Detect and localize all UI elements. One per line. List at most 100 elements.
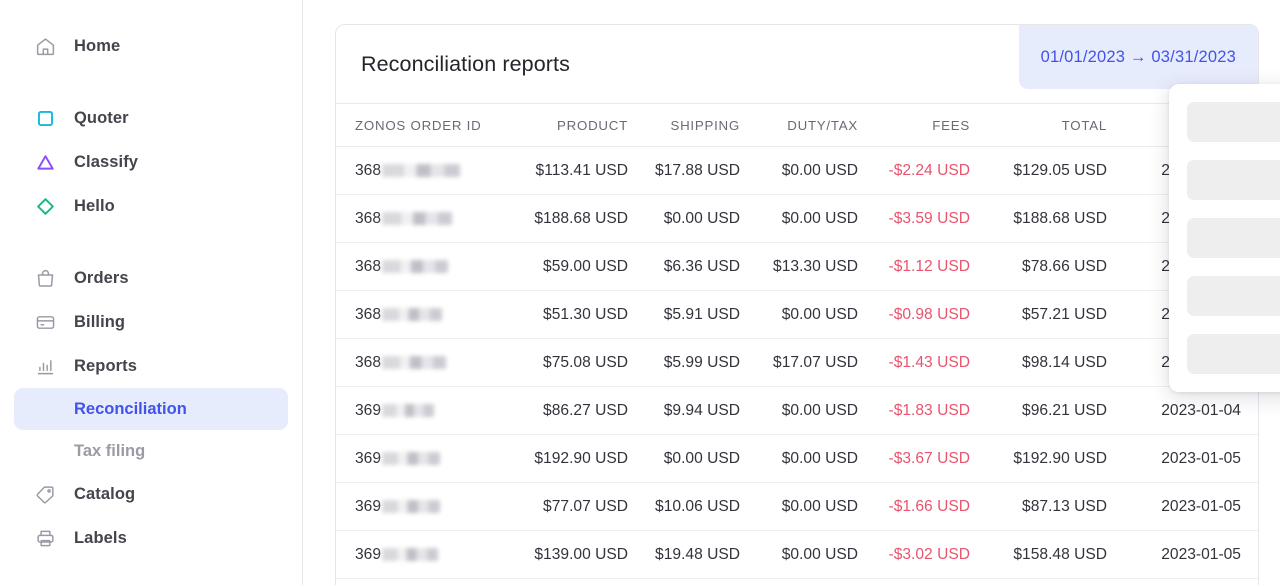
cell-shipping: $0.00 USD [628,194,740,243]
redacted-order-id [382,356,447,369]
cell-order-id: 368 [336,146,506,195]
table-row[interactable]: 368 $59.00 USD $6.36 USD $13.30 USD -$1.12 U… [336,242,1258,291]
sidebar-item-catalog[interactable]: Catalog [14,472,288,516]
sidebar-item-label: Quoter [74,108,129,127]
cell-order-id: 369 [336,530,506,579]
cell-product: $113.41 USD [506,146,628,195]
sidebar-subitem-label: Tax filing [74,441,146,460]
cell-shipping: $10.06 USD [628,482,740,531]
cell-duty-tax: $0.00 USD [740,290,858,339]
table-row[interactable]: 369 $77.07 USD $10.06 USD $0.00 USD -$1.66 U… [336,482,1258,531]
sidebar-item-reports[interactable]: Reports [14,344,288,388]
sidebar-item-quoter[interactable]: Quoter [14,96,288,140]
table-row[interactable]: 368 $188.68 USD $0.00 USD $0.00 USD -$3.59 U… [336,194,1258,243]
cell-duty-tax: $0.00 USD [740,530,858,579]
cell-fees: -$3.67 USD [858,434,970,483]
cell-shipping: $17.88 USD [628,146,740,195]
column-header-fees[interactable]: FEES [858,104,970,147]
dropdown-option-last-quarter[interactable]: Last quarter [1187,160,1280,200]
date-range-button[interactable]: 01/01/2023 → 03/31/2023 [1018,25,1258,89]
cell-total: $129.05 USD [970,146,1107,195]
redacted-order-id [382,548,439,561]
cell-shipping: $19.48 USD [628,530,740,579]
sidebar-item-reconciliation[interactable]: Reconciliation [14,388,288,430]
home-icon [34,35,56,57]
table-body: 368 $113.41 USD $17.88 USD $0.00 USD -$2.24 … [336,146,1258,579]
redacted-order-id [382,308,443,321]
cell-duty-tax: $0.00 USD [740,194,858,243]
table-header: ZONOS ORDER ID PRODUCT SHIPPING DUTY/TAX… [336,104,1258,147]
sidebar-item-billing[interactable]: Billing [14,300,288,344]
cell-total: $87.13 USD [970,482,1107,531]
cell-fees: -$1.83 USD [858,386,970,435]
sidebar-item-labels[interactable]: Labels [14,516,288,560]
order-id-prefix: 368 [355,161,382,179]
cell-fees: -$2.24 USD [858,146,970,195]
table-row[interactable]: 368 $51.30 USD $5.91 USD $0.00 USD -$0.98 US… [336,290,1258,339]
cell-order-id: 369 [336,386,506,435]
redacted-order-id [382,164,461,177]
sidebar-item-home[interactable]: Home [14,24,288,68]
table-row[interactable]: 369 $86.27 USD $9.94 USD $0.00 USD -$1.83 US… [336,386,1258,435]
table-row[interactable]: 368 $75.08 USD $5.99 USD $17.07 USD -$1.43 U… [336,338,1258,387]
cell-product: $75.08 USD [506,338,628,387]
sidebar-item-classify[interactable]: Classify [14,140,288,184]
dropdown-option-last-year[interactable]: Last year [1187,276,1280,316]
page-title: Reconciliation reports [361,51,570,76]
dropdown-option-year-to-date[interactable]: Year to date [1187,218,1280,258]
sidebar-subitem-label: Reconciliation [74,399,187,418]
redacted-order-id [382,212,453,225]
main-content: Reconciliation reports 01/01/2023 → 03/3… [303,0,1280,585]
redacted-order-id [382,452,441,465]
cell-product: $86.27 USD [506,386,628,435]
redacted-order-id [382,404,435,417]
cell-shipping: $5.91 USD [628,290,740,339]
cell-date: 2023-01-05 [1107,530,1258,579]
sidebar-item-label: Catalog [74,484,136,503]
cell-order-id: 369 [336,482,506,531]
cell-total: $158.48 USD [970,530,1107,579]
sidebar-item-orders[interactable]: Orders [14,256,288,300]
cell-duty-tax: $0.00 USD [740,146,858,195]
sidebar-item-label: Labels [74,528,127,547]
order-id-prefix: 369 [355,401,382,419]
cell-total: $98.14 USD [970,338,1107,387]
square-icon [34,107,56,129]
column-header-order-id[interactable]: ZONOS ORDER ID [336,104,506,147]
card-header: Reconciliation reports 01/01/2023 → 03/3… [336,25,1258,104]
sidebar-item-hello[interactable]: Hello [14,184,288,228]
cell-product: $59.00 USD [506,242,628,291]
column-header-total[interactable]: TOTAL [970,104,1107,147]
cell-date: 2023-01-05 [1107,434,1258,483]
cell-order-id: 368 [336,194,506,243]
sidebar: Home Quoter Classify Hello Orders Billin… [0,0,303,585]
dropdown-option-custom[interactable]: Custom [1187,334,1280,374]
card-icon [34,311,56,333]
diamond-icon [34,195,56,217]
sidebar-item-tax-filing[interactable]: Tax filing [14,430,288,472]
cell-duty-tax: $0.00 USD [740,434,858,483]
dropdown-option-this-quarter[interactable]: This quarter [1187,102,1280,142]
date-range-dropdown: This quarter Last quarter Year to date Last… [1169,84,1280,392]
cell-total: $96.21 USD [970,386,1107,435]
cell-fees: -$1.12 USD [858,242,970,291]
table-row[interactable]: 369 $192.90 USD $0.00 USD $0.00 USD -$3.67 U… [336,434,1258,483]
triangle-icon [34,151,56,173]
cell-product: $139.00 USD [506,530,628,579]
order-id-prefix: 368 [355,257,382,275]
column-header-product[interactable]: PRODUCT [506,104,628,147]
redacted-order-id [382,500,441,513]
cell-total: $192.90 USD [970,434,1107,483]
table-row[interactable]: 368 $113.41 USD $17.88 USD $0.00 USD -$2.24 … [336,146,1258,195]
cell-order-id: 369 [336,434,506,483]
column-header-shipping[interactable]: SHIPPING [628,104,740,147]
cell-duty-tax: $0.00 USD [740,482,858,531]
table-row[interactable]: 369 $139.00 USD $19.48 USD $0.00 USD -$3.02 … [336,530,1258,579]
sidebar-item-label: Reports [74,356,138,375]
printer-icon [34,527,56,549]
cell-product: $51.30 USD [506,290,628,339]
cell-duty-tax: $13.30 USD [740,242,858,291]
column-header-duty-tax[interactable]: DUTY/TAX [740,104,858,147]
